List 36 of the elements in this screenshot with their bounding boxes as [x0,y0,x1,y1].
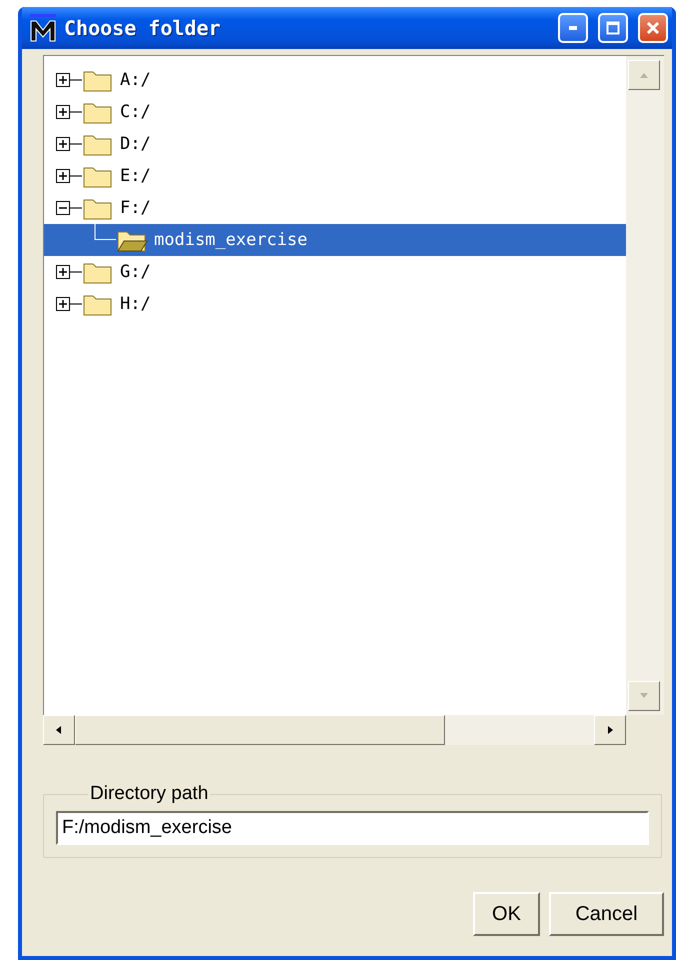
maximize-button[interactable] [598,13,628,43]
expand-icon[interactable] [56,297,82,311]
tree-item[interactable]: H:/ [44,288,626,320]
scrollbar-thumb[interactable] [75,715,445,745]
tree-item[interactable]: E:/ [44,160,626,192]
ok-button[interactable]: OK [473,892,540,936]
expand-icon[interactable] [56,137,82,151]
vertical-scrollbar[interactable] [626,55,664,715]
window-title: Choose folder [64,16,222,40]
tree-item[interactable]: G:/ [44,256,626,288]
scroll-up-button[interactable] [628,60,660,90]
tree-item[interactable]: A:/ [44,64,626,96]
left-arrow-icon [54,725,64,735]
app-logo-icon [28,13,58,43]
group-label: Directory path [89,783,210,805]
tree-item[interactable]: C:/ [44,96,626,128]
expand-icon[interactable] [56,105,82,119]
horizontal-scrollbar[interactable] [43,715,626,745]
close-icon [646,21,660,35]
right-arrow-icon [605,725,615,735]
cancel-button[interactable]: Cancel [549,892,664,936]
tree-item[interactable]: F:/ [44,192,626,224]
expand-icon[interactable] [56,169,82,183]
scroll-down-button[interactable] [628,681,660,711]
collapse-icon[interactable] [56,201,82,215]
tree-item[interactable]: modism_exercise [44,224,626,256]
tree-line [94,224,116,240]
close-button[interactable] [638,13,668,43]
scroll-right-button[interactable] [594,715,626,745]
path-field[interactable]: F:/modism_exercise [56,811,649,845]
scroll-left-button[interactable] [43,715,75,745]
minimize-button[interactable] [558,13,588,43]
expand-icon[interactable] [56,265,82,279]
tree-item[interactable]: D:/ [44,128,626,160]
maximize-icon [606,21,620,35]
expand-icon[interactable] [56,73,82,87]
